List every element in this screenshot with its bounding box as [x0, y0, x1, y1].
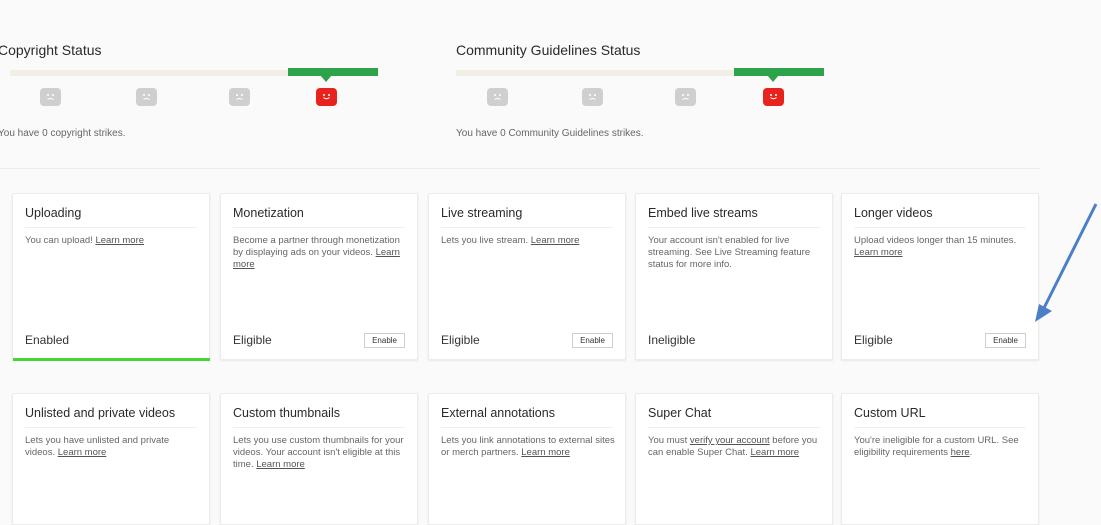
learn-more-link[interactable]: Learn more — [95, 235, 144, 246]
community-status-title: Community Guidelines Status — [456, 42, 641, 58]
card-description: Your account isn't enabled for live stre… — [648, 235, 811, 270]
face-icon — [229, 88, 250, 106]
card-description: Lets you link annotations to external si… — [441, 435, 615, 458]
card-title: Custom URL — [854, 406, 926, 420]
face-icon — [487, 88, 508, 106]
feature-card-embed-live-streams: Embed live streams Your account isn't en… — [635, 193, 833, 360]
copyright-strikes-note: You have 0 copyright strikes. — [0, 128, 126, 139]
face-icon — [40, 88, 61, 106]
card-divider — [441, 427, 613, 428]
eligibility-here-link[interactable]: here — [951, 447, 970, 458]
card-divider — [854, 427, 1026, 428]
feature-card-custom-url: Custom URL You're ineligible for a custo… — [841, 393, 1039, 525]
card-title: Custom thumbnails — [233, 406, 340, 420]
card-title: Uploading — [25, 206, 82, 220]
learn-more-link[interactable]: Learn more — [854, 247, 903, 258]
feature-card-monetization: Monetization Become a partner through mo… — [220, 193, 418, 360]
feature-card-live-streaming: Live streaming Lets you live stream. Lea… — [428, 193, 626, 360]
community-active-bar — [734, 68, 824, 76]
copyright-active-notch — [320, 75, 332, 82]
card-status: Eligible — [854, 333, 893, 347]
arrow-icon — [1035, 203, 1098, 322]
card-title: Monetization — [233, 206, 304, 220]
card-title: Unlisted and private videos — [25, 406, 176, 420]
card-description: Lets you use custom thumbnails for your … — [233, 435, 404, 470]
card-description: You're ineligible for a custom URL. See … — [854, 435, 1019, 458]
feature-card-custom-thumbnails: Custom thumbnails Lets you use custom th… — [220, 393, 418, 525]
card-divider — [25, 227, 197, 228]
card-divider — [25, 427, 197, 428]
learn-more-link[interactable]: Learn more — [521, 447, 570, 458]
feature-card-uploading: Uploading You can upload! Learn more Ena… — [12, 193, 210, 361]
feature-card-unlisted-private: Unlisted and private videos Lets you hav… — [12, 393, 210, 525]
card-title: Live streaming — [441, 206, 523, 220]
card-status: Ineligible — [648, 333, 696, 347]
card-divider — [233, 227, 405, 228]
card-description: You must verify your account before you … — [648, 435, 818, 458]
learn-more-link[interactable]: Learn more — [750, 447, 799, 458]
face-icon — [136, 88, 157, 106]
community-active-notch — [767, 75, 779, 82]
card-title: Super Chat — [648, 406, 712, 420]
card-divider — [648, 227, 820, 228]
card-title: Longer videos — [854, 206, 933, 220]
card-divider — [441, 227, 613, 228]
verify-account-link[interactable]: verify your account — [690, 435, 770, 446]
face-icon — [316, 88, 337, 106]
card-divider — [648, 427, 820, 428]
face-icon — [675, 88, 696, 106]
card-description: You can upload! Learn more — [25, 235, 145, 246]
learn-more-link[interactable]: Learn more — [58, 447, 107, 458]
section-divider — [0, 168, 1040, 169]
copyright-active-bar — [288, 68, 378, 76]
card-description: Lets you have unlisted and private video… — [25, 435, 170, 458]
community-strikes-note: You have 0 Community Guidelines strikes. — [456, 128, 644, 139]
face-icon — [763, 88, 784, 106]
card-description: Become a partner through monetization by… — [233, 235, 400, 270]
card-divider — [233, 427, 405, 428]
card-description: Upload videos longer than 15 minutes. Le… — [854, 235, 1017, 258]
learn-more-link[interactable]: Learn more — [256, 459, 305, 470]
copyright-status-title: Copyright Status — [0, 42, 102, 58]
feature-card-super-chat: Super Chat You must verify your account … — [635, 393, 833, 525]
card-divider — [854, 227, 1026, 228]
card-title: External annotations — [441, 406, 555, 420]
card-description: Lets you live stream. Learn more — [441, 235, 580, 246]
card-title: Embed live streams — [648, 206, 758, 220]
card-status: Enabled — [25, 333, 70, 347]
enable-button[interactable]: Enable — [572, 333, 613, 348]
card-status: Eligible — [233, 333, 272, 347]
feature-card-external-annotations: External annotations Lets you link annot… — [428, 393, 626, 525]
enabled-indicator-bar — [13, 358, 210, 361]
card-status: Eligible — [441, 333, 480, 347]
face-icon — [582, 88, 603, 106]
learn-more-link[interactable]: Learn more — [531, 235, 580, 246]
enable-button[interactable]: Enable — [364, 333, 405, 348]
